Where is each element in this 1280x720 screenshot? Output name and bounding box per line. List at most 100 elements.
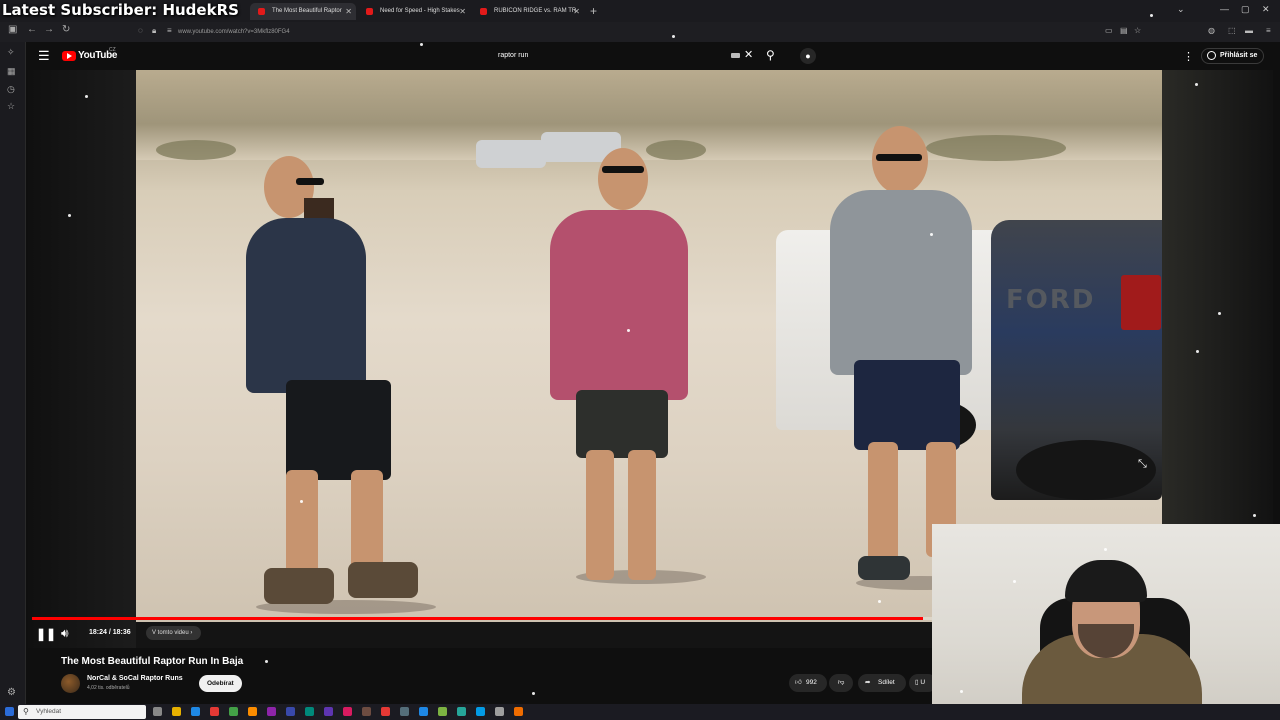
save-icon: ▯ <box>915 679 919 686</box>
snow-particle <box>672 35 675 38</box>
url-field[interactable]: www.youtube.com/watch?v=3Mkflz80FG4 <box>134 24 1094 40</box>
person-shorts <box>286 380 391 480</box>
task-view-icon[interactable] <box>153 707 162 716</box>
site-info-icon[interactable]: ≡ <box>167 26 172 35</box>
search-icon: ⚲ <box>23 707 29 716</box>
volume-icon[interactable]: 🔊︎ <box>61 626 69 641</box>
parked-car <box>476 140 546 168</box>
channel-name[interactable]: NorCal & SoCal Raptor Runs <box>87 675 183 682</box>
dislike-button[interactable]: 👎︎ <box>829 674 853 692</box>
new-tab-icon[interactable]: + <box>590 3 597 19</box>
forward-icon[interactable]: → <box>44 24 54 35</box>
clear-search-icon[interactable]: ✕ <box>744 48 753 61</box>
share-button[interactable]: ➦ Sdílet <box>858 674 906 692</box>
file-explorer-icon[interactable] <box>172 707 181 716</box>
snow-particle <box>68 214 71 217</box>
person-leg <box>286 470 318 580</box>
close-window-icon[interactable]: ✕ <box>1262 4 1270 15</box>
snow-particle <box>1218 312 1221 315</box>
expand-icon[interactable]: ⤡ <box>1138 458 1147 471</box>
taskbar-app-icon[interactable] <box>400 707 409 716</box>
start-icon[interactable] <box>5 707 14 716</box>
reload-icon[interactable]: ↻ <box>62 24 70 35</box>
keyboard-icon[interactable] <box>731 53 740 58</box>
ambient-left <box>28 70 136 648</box>
taskbar-app-icon[interactable] <box>438 707 447 716</box>
minimize-icon[interactable]: — <box>1220 4 1229 14</box>
taskbar-app-icon[interactable] <box>229 707 238 716</box>
bush <box>156 140 236 160</box>
taskbar-app-icon[interactable] <box>495 707 504 716</box>
extensions-icon[interactable]: ⬚ <box>1228 26 1236 35</box>
tab-rubicon-ridge[interactable]: RUBICON RIDGE vs. RAM TR ✕ <box>472 3 584 20</box>
sunglasses <box>602 166 644 173</box>
sign-in-label: Přihlásit se <box>1220 52 1258 59</box>
snow-particle <box>265 660 268 663</box>
sidebar-favorites-icon[interactable]: ☆ <box>7 101 15 112</box>
tab-need-for-speed[interactable]: Need for Speed - High Stakes ✕ <box>358 3 470 20</box>
tab-raptor-run[interactable]: The Most Beautiful Raptor ✕ <box>250 3 356 20</box>
stream-overlay-title: Latest Subscriber: HudekRS <box>2 1 239 19</box>
shield-icon[interactable]: ◌ <box>138 26 143 35</box>
close-tab-icon[interactable]: ✕ <box>345 3 352 20</box>
snow-particle <box>85 95 88 98</box>
person-shorts <box>576 390 668 458</box>
sidebar-bookmarks-icon[interactable]: ▦ <box>7 66 16 77</box>
menu-icon[interactable]: ≡ <box>1266 26 1271 35</box>
tab-label: RUBICON RIDGE vs. RAM TR <box>494 8 577 14</box>
person-icon <box>1207 51 1216 60</box>
sidebar-ai-icon[interactable]: ✧ <box>7 47 15 58</box>
taskbar-app-icon[interactable] <box>286 707 295 716</box>
account-icon[interactable]: ◍ <box>1208 26 1215 35</box>
back-icon[interactable]: ← <box>27 24 37 35</box>
chevron-down-icon[interactable]: ⌄ <box>1177 4 1185 15</box>
snow-particle <box>420 43 423 46</box>
firefox-icon[interactable] <box>514 707 523 716</box>
taskbar-app-icon[interactable] <box>419 707 428 716</box>
taskbar-app-icon[interactable] <box>191 707 200 716</box>
person-leg <box>868 442 898 562</box>
microphone-icon[interactable]: ● <box>800 48 816 64</box>
close-tab-icon[interactable]: ✕ <box>573 3 580 20</box>
snow-particle <box>960 690 963 693</box>
taskbar-app-icon[interactable] <box>362 707 371 716</box>
gear-icon[interactable]: ⚙ <box>7 687 16 698</box>
person-shirt <box>550 210 688 400</box>
like-count: 992 <box>806 679 817 686</box>
chrome-icon[interactable] <box>210 707 219 716</box>
snow-particle <box>930 233 933 236</box>
brave-icon[interactable] <box>381 707 390 716</box>
bookmark-star-icon[interactable]: ☆ <box>1134 26 1141 35</box>
subscribe-button[interactable]: Odebírat <box>199 675 242 692</box>
sign-in-button[interactable]: Přihlásit se <box>1201 48 1265 64</box>
close-tab-icon[interactable]: ✕ <box>459 3 466 20</box>
sidebar-history-icon[interactable]: ◷ <box>7 84 15 95</box>
taskbar-app-icon[interactable] <box>476 707 485 716</box>
taskbar-app-icon[interactable] <box>343 707 352 716</box>
channel-avatar[interactable] <box>61 674 80 693</box>
chapter-button[interactable]: V tomto videu › <box>146 626 202 640</box>
reader-icon[interactable]: ▤ <box>1120 26 1128 35</box>
taskbar-app-icon[interactable] <box>324 707 333 716</box>
more-options-icon[interactable]: ⋮ <box>1183 50 1194 63</box>
wallet-icon[interactable]: ▬ <box>1245 26 1253 35</box>
screenshot-icon[interactable]: ▭ <box>1105 26 1113 35</box>
webcam-overlay <box>932 524 1280 720</box>
snow-particle <box>1195 83 1198 86</box>
hamburger-menu-icon[interactable]: ☰ <box>38 48 50 64</box>
like-button[interactable]: 👍︎ 992 <box>789 674 827 692</box>
sidebar-toggle-icon[interactable]: ▣ <box>8 24 17 35</box>
taskbar-app-icon[interactable] <box>457 707 466 716</box>
youtube-favicon-icon <box>258 8 265 15</box>
youtube-favicon-icon <box>366 8 373 15</box>
search-icon[interactable]: ⚲ <box>766 48 775 62</box>
taskbar-app-icon[interactable] <box>267 707 276 716</box>
search-input[interactable]: raptor run <box>490 48 760 64</box>
taskbar-search[interactable]: ⚲ Vyhledat <box>18 705 146 719</box>
youtube-logo-icon[interactable] <box>62 51 76 61</box>
taskbar-app-icon[interactable] <box>305 707 314 716</box>
pause-icon[interactable]: ❚❚ <box>36 627 56 641</box>
snow-particle <box>532 692 535 695</box>
maximize-icon[interactable]: ▢ <box>1241 4 1250 15</box>
taskbar-app-icon[interactable] <box>248 707 257 716</box>
